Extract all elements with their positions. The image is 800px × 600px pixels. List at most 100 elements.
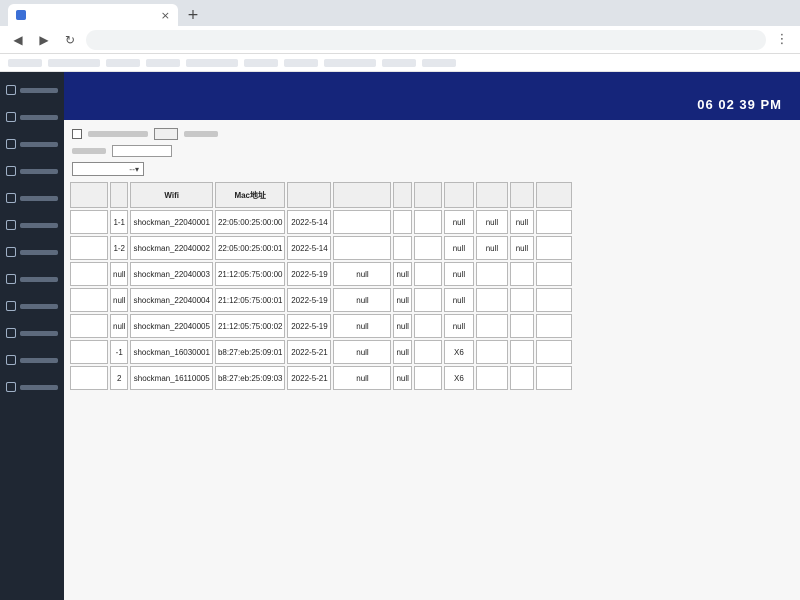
table-row[interactable]: null shockman_22040003 21:12:05:75:00:00 20… bbox=[70, 262, 572, 286]
table-cell: null bbox=[509, 210, 534, 234]
table-cell: null bbox=[393, 340, 412, 364]
table-cell: 1-2 bbox=[110, 236, 129, 260]
forward-arrow-icon[interactable]: ▶ bbox=[34, 30, 54, 50]
header-clock: 06 02 39 PM bbox=[697, 97, 782, 112]
row-actions-cell[interactable] bbox=[535, 210, 572, 234]
table-cell: null bbox=[443, 262, 474, 286]
sidebar-item[interactable] bbox=[0, 213, 64, 237]
nav-item-icon bbox=[6, 166, 16, 176]
filter-dropdown[interactable]: --▾ bbox=[72, 162, 144, 176]
address-bar[interactable] bbox=[86, 29, 766, 50]
wifi-table: Wifi Mac地址 1-1 shockman_22040001 22:05:00:2… bbox=[68, 180, 574, 392]
table-cell: 21:12:05:75:00:02 bbox=[214, 314, 286, 338]
back-arrow-icon[interactable]: ◀ bbox=[8, 30, 28, 50]
table-cell bbox=[475, 262, 508, 286]
more-menu-icon[interactable]: ⋮ bbox=[772, 30, 792, 50]
table-cell: null bbox=[110, 262, 129, 286]
table-header-cell bbox=[475, 182, 508, 208]
bookmark-item[interactable] bbox=[324, 58, 376, 67]
table-cell: shockman_16110005 bbox=[130, 366, 213, 390]
table-cell: 21:12:05:75:00:00 bbox=[214, 262, 286, 286]
table-cell bbox=[70, 340, 108, 364]
bookmark-item[interactable] bbox=[284, 58, 318, 67]
bookmark-item[interactable] bbox=[106, 58, 140, 67]
sidebar-item-label bbox=[20, 276, 58, 282]
bookmark-item[interactable] bbox=[186, 58, 238, 67]
bookmark-item[interactable] bbox=[244, 58, 278, 67]
table-cell bbox=[70, 314, 108, 338]
table-cell: null bbox=[393, 288, 412, 312]
search-row bbox=[72, 145, 792, 157]
sidebar-item[interactable] bbox=[0, 78, 64, 102]
table-cell bbox=[509, 314, 534, 338]
table-cell bbox=[413, 236, 442, 260]
nav-item-icon bbox=[6, 139, 16, 149]
sidebar-item[interactable] bbox=[0, 321, 64, 345]
table-row[interactable]: 1-2 shockman_22040002 22:05:00:25:00:01 202… bbox=[70, 236, 572, 260]
nav-item-icon bbox=[6, 382, 16, 392]
bookmark-item[interactable] bbox=[382, 58, 416, 67]
table-cell bbox=[333, 236, 392, 260]
reload-icon[interactable]: ↻ bbox=[60, 30, 80, 50]
table-cell: shockman_22040005 bbox=[130, 314, 213, 338]
search-input[interactable] bbox=[112, 145, 172, 157]
table-row[interactable]: null shockman_22040004 21:12:05:75:00:01 20… bbox=[70, 288, 572, 312]
sidebar-item[interactable] bbox=[0, 105, 64, 129]
sidebar-item[interactable] bbox=[0, 375, 64, 399]
table-row[interactable]: -1 shockman_16030001 b8:27:eb:25:09:01 2022… bbox=[70, 340, 572, 364]
bookmark-item[interactable] bbox=[8, 58, 42, 67]
table-header-cell bbox=[443, 182, 474, 208]
table-cell: null bbox=[443, 288, 474, 312]
table-row[interactable]: null shockman_22040005 21:12:05:75:00:02 20… bbox=[70, 314, 572, 338]
select-checkbox[interactable] bbox=[72, 129, 82, 139]
table-cell: null bbox=[333, 366, 392, 390]
sidebar-item[interactable] bbox=[0, 159, 64, 183]
table-cell bbox=[70, 210, 108, 234]
tab-close-icon[interactable]: × bbox=[161, 9, 170, 22]
row-actions-cell[interactable] bbox=[535, 262, 572, 286]
table-cell bbox=[413, 340, 442, 364]
table-cell bbox=[475, 314, 508, 338]
tab-strip: × + bbox=[0, 0, 800, 26]
sidebar-item-label bbox=[20, 357, 58, 363]
row-actions-cell[interactable] bbox=[535, 236, 572, 260]
sidebar-item[interactable] bbox=[0, 132, 64, 156]
table-header-cell bbox=[333, 182, 392, 208]
table-row[interactable]: 1-1 shockman_22040001 22:05:00:25:00:00 202… bbox=[70, 210, 572, 234]
sidebar-item-label bbox=[20, 195, 58, 201]
sidebar-item[interactable] bbox=[0, 348, 64, 372]
table-header-cell bbox=[110, 182, 129, 208]
new-tab-button[interactable]: + bbox=[182, 4, 204, 26]
controls-row bbox=[72, 128, 792, 140]
row-actions-cell[interactable] bbox=[535, 314, 572, 338]
table-cell bbox=[475, 288, 508, 312]
table-cell: null bbox=[393, 262, 412, 286]
bookmark-item[interactable] bbox=[422, 58, 456, 67]
sidebar-item[interactable] bbox=[0, 267, 64, 291]
table-cell bbox=[475, 340, 508, 364]
table-header-cell bbox=[70, 182, 108, 208]
row-actions-cell[interactable] bbox=[535, 340, 572, 364]
row-actions-cell[interactable] bbox=[535, 288, 572, 312]
nav-item-icon bbox=[6, 274, 16, 284]
bookmark-item[interactable] bbox=[146, 58, 180, 67]
sidebar-item[interactable] bbox=[0, 240, 64, 264]
table-cell: 2022-5-19 bbox=[287, 262, 332, 286]
sidebar-item[interactable] bbox=[0, 294, 64, 318]
bookmark-item[interactable] bbox=[48, 58, 100, 67]
action-button[interactable] bbox=[154, 128, 178, 140]
table-cell: null bbox=[443, 236, 474, 260]
sidebar-item[interactable] bbox=[0, 186, 64, 210]
table-row[interactable]: 2 shockman_16110005 b8:27:eb:25:09:03 2022-… bbox=[70, 366, 572, 390]
row-actions-cell[interactable] bbox=[535, 366, 572, 390]
table-cell bbox=[393, 236, 412, 260]
browser-tab-active[interactable]: × bbox=[8, 4, 178, 26]
table-cell bbox=[509, 366, 534, 390]
web-app: 06 02 39 PM --▾ Wifi Mac地址 1-1 shockman_… bbox=[0, 72, 800, 600]
browser-window: × + ◀ ▶ ↻ ⋮ 06 02 39 PM --▾ Wifi Mac地址 1… bbox=[0, 0, 800, 600]
table-cell: null bbox=[333, 340, 392, 364]
table-header-cell bbox=[393, 182, 412, 208]
sidebar-item-label bbox=[20, 303, 58, 309]
table-cell: 2022-5-21 bbox=[287, 340, 332, 364]
table-cell: -1 bbox=[110, 340, 129, 364]
